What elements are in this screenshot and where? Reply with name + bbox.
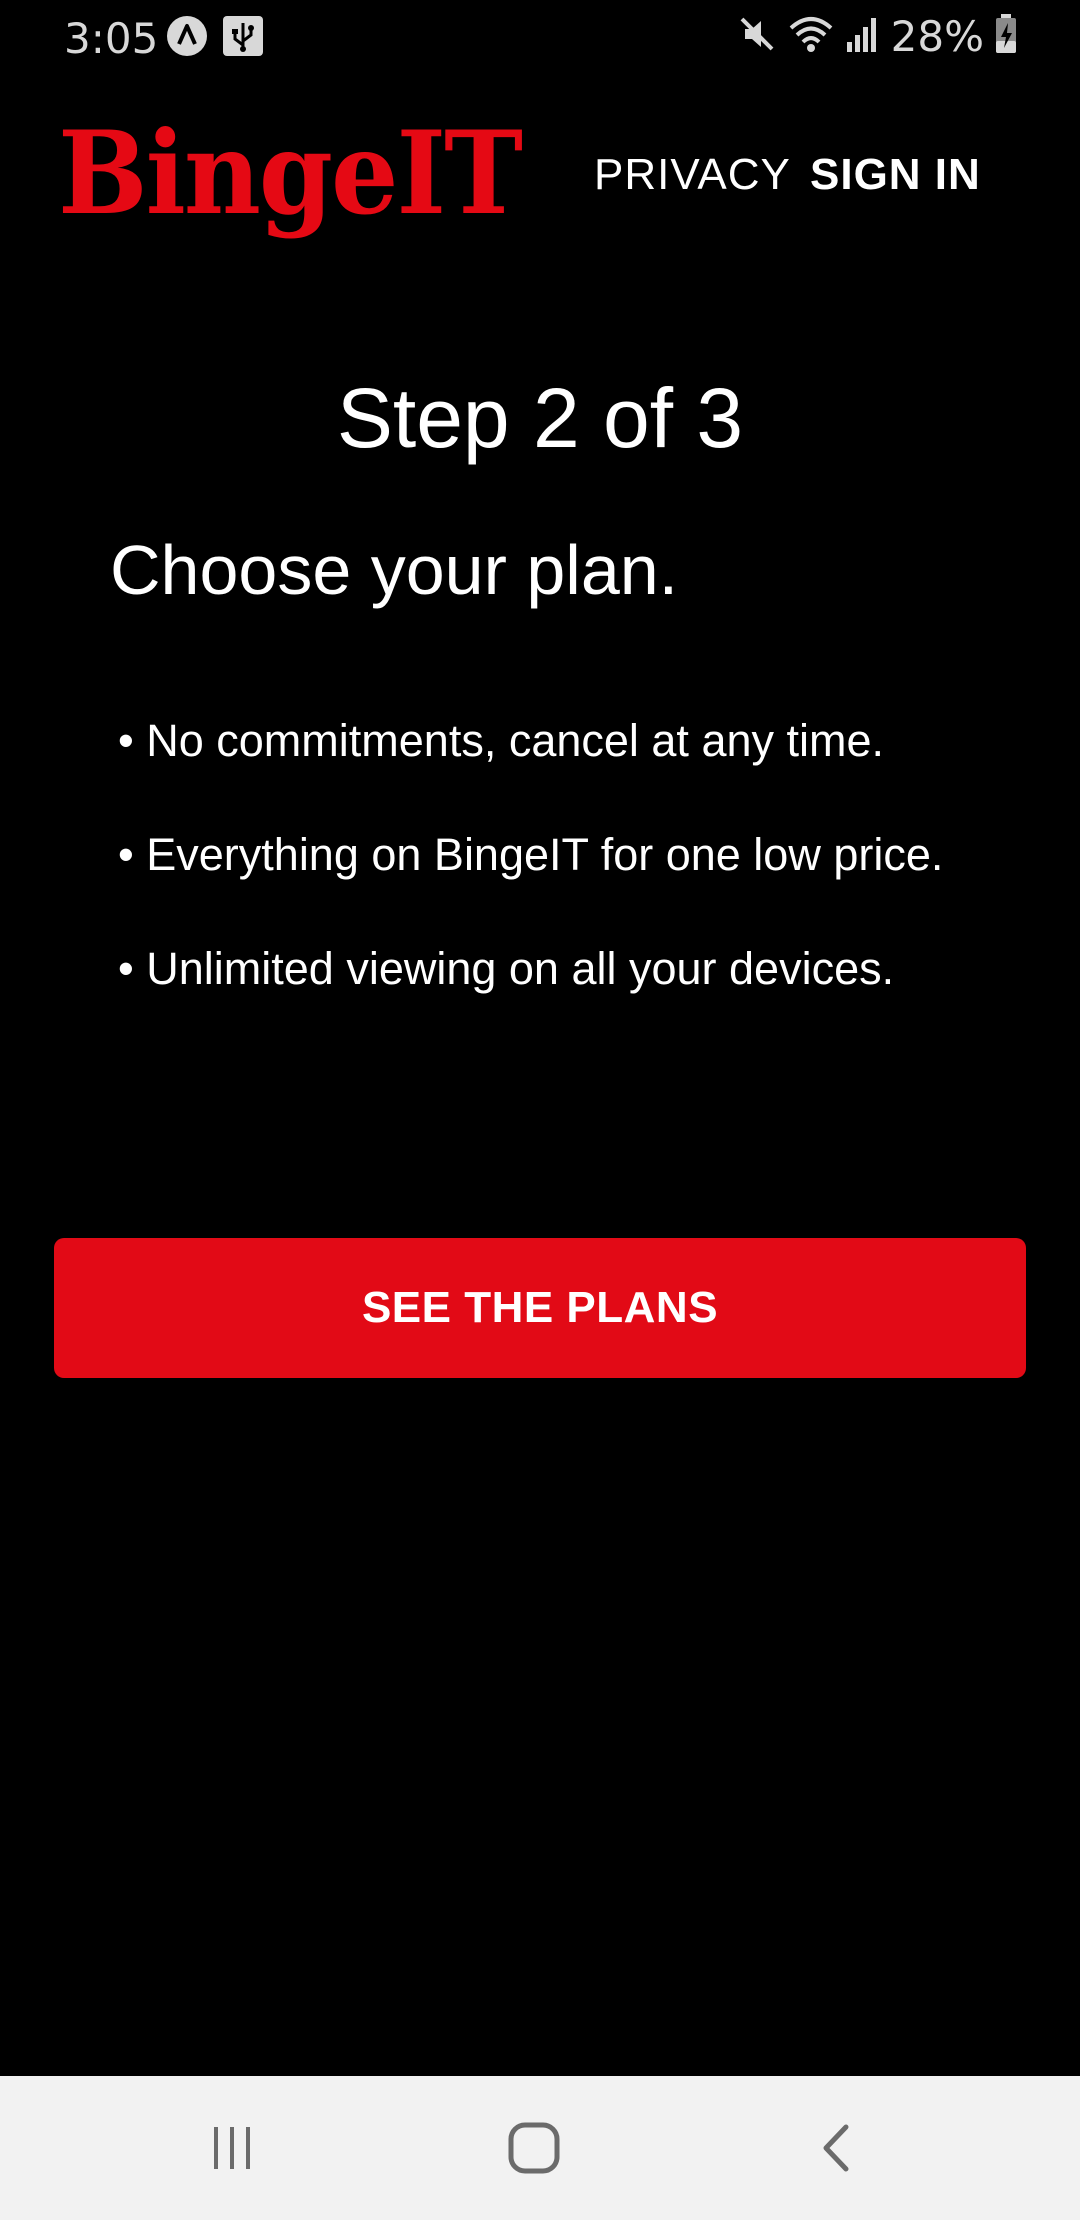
see-the-plans-button[interactable]: SEE THE PLANS (54, 1238, 1026, 1378)
back-icon[interactable] (746, 2076, 926, 2220)
list-item: • No commitments, cancel at any time. (118, 715, 885, 766)
battery-charging-icon (994, 13, 1018, 60)
status-bar: 3:05 28% (0, 0, 1080, 72)
page-title: Choose your plan. (110, 531, 679, 609)
list-item: • Everything on BingeIT for one low pric… (118, 829, 944, 880)
sign-in-link[interactable]: SIGN IN (810, 150, 981, 200)
bingeit-logo[interactable]: BingeIT (58, 115, 523, 230)
navigation-icon (166, 15, 208, 62)
recent-apps-icon[interactable] (142, 2076, 322, 2220)
home-icon[interactable] (444, 2076, 624, 2220)
screen: 3:05 28% BingeIT PRIVACY SIGN IN Step 2 … (0, 0, 1080, 2220)
mute-icon (737, 14, 777, 59)
status-left-icons (166, 15, 264, 62)
wifi-icon (787, 14, 835, 59)
benefits-list: • No commitments, cancel at any time. • … (118, 712, 978, 1054)
system-nav-bar (0, 2076, 1080, 2220)
header: BingeIT PRIVACY SIGN IN (0, 110, 1080, 250)
usb-icon (222, 15, 264, 62)
battery-percent: 28% (890, 12, 984, 61)
step-indicator: Step 2 of 3 (336, 371, 744, 465)
signal-icon (845, 14, 881, 59)
list-item: • Unlimited viewing on all your devices. (118, 943, 895, 994)
status-time: 3:05 (64, 14, 159, 63)
status-right-icons: 28% (737, 12, 1018, 61)
privacy-link[interactable]: PRIVACY (594, 150, 791, 200)
